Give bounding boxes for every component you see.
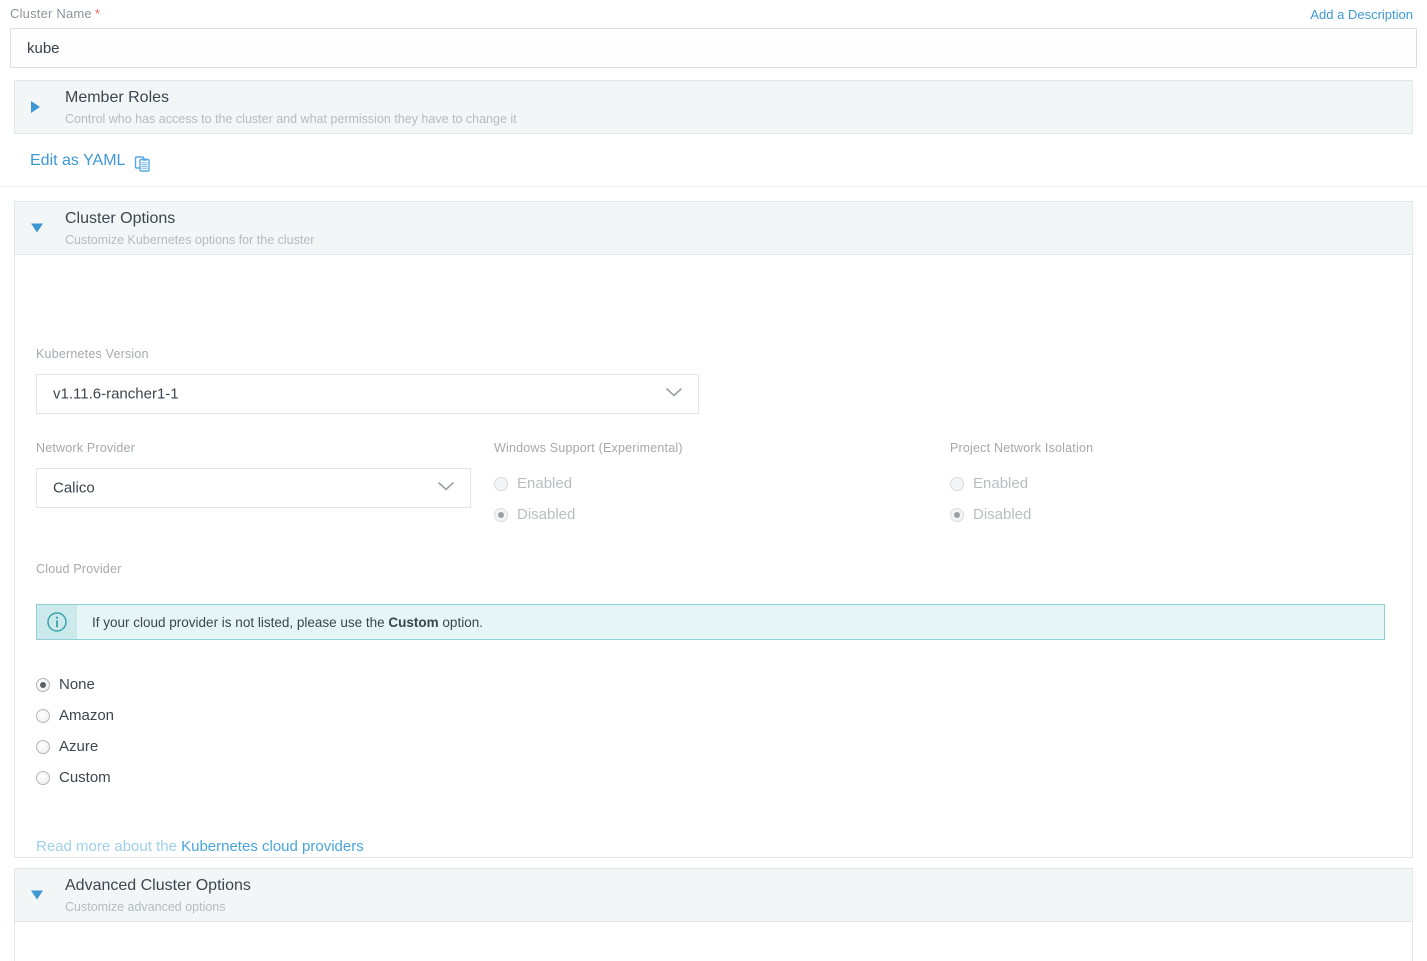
project-network-isolation-radio-group[interactable]: Enabled Disabled bbox=[950, 468, 1093, 530]
radio-icon[interactable] bbox=[36, 770, 50, 785]
edit-as-yaml-row: Edit as YAML bbox=[0, 144, 1427, 187]
read-more-row: Read more about the Kubernetes cloud pro… bbox=[36, 838, 1391, 855]
kubernetes-version-label: Kubernetes Version bbox=[36, 347, 149, 361]
info-text-before: If your cloud provider is not listed, pl… bbox=[92, 614, 389, 630]
windows-support-label: Windows Support (Experimental) bbox=[494, 441, 683, 455]
radio-label: Amazon bbox=[59, 707, 115, 724]
edit-as-yaml-link[interactable]: Edit as YAML bbox=[30, 152, 125, 170]
advanced-cluster-options-header[interactable]: Advanced Cluster Options Customize advan… bbox=[14, 868, 1413, 922]
radio-label: None bbox=[59, 676, 95, 693]
cloud-provider-radio-group[interactable]: None Amazon Azure Custom bbox=[36, 669, 1391, 793]
project-network-isolation-option-enabled[interactable]: Enabled bbox=[950, 468, 1093, 499]
network-provider-label: Network Provider bbox=[36, 441, 136, 455]
member-roles-header[interactable]: Member Roles Control who has access to t… bbox=[14, 80, 1413, 134]
caret-right-icon[interactable] bbox=[31, 101, 40, 113]
windows-support-field: Windows Support (Experimental) Enabled D… bbox=[494, 441, 683, 530]
chevron-down-icon bbox=[664, 385, 684, 403]
cluster-creation-form: Cluster Name* Add a Description Member R… bbox=[0, 0, 1427, 961]
radio-icon[interactable] bbox=[36, 708, 50, 723]
info-text-after: option. bbox=[438, 614, 483, 630]
kubernetes-version-value: v1.11.6-rancher1-1 bbox=[53, 385, 179, 403]
read-more-prefix: Read more about the bbox=[36, 838, 182, 855]
cloud-provider-label: Cloud Provider bbox=[36, 562, 122, 576]
cluster-name-input[interactable] bbox=[10, 28, 1417, 68]
cluster-options-section: Cluster Options Customize Kubernetes opt… bbox=[14, 201, 1413, 858]
chevron-down-icon bbox=[436, 479, 456, 497]
project-network-isolation-field: Project Network Isolation Enabled Disabl… bbox=[950, 441, 1093, 530]
radio-label: Custom bbox=[59, 769, 111, 786]
advanced-cluster-options-body bbox=[14, 922, 1413, 961]
cluster-options-subtitle: Customize Kubernetes options for the clu… bbox=[65, 233, 315, 247]
member-roles-title: Member Roles bbox=[65, 89, 170, 106]
cloud-provider-info-banner: If your cloud provider is not listed, pl… bbox=[36, 604, 1385, 640]
clipboard-copy-icon[interactable] bbox=[134, 155, 152, 178]
project-network-isolation-label: Project Network Isolation bbox=[950, 441, 1094, 455]
kubernetes-version-select[interactable]: v1.11.6-rancher1-1 bbox=[36, 374, 699, 414]
cluster-options-title: Cluster Options bbox=[65, 210, 176, 227]
caret-down-icon[interactable] bbox=[31, 223, 43, 233]
radio-icon[interactable] bbox=[494, 476, 508, 491]
advanced-cluster-options-title: Advanced Cluster Options bbox=[65, 877, 251, 894]
cluster-name-label-text: Cluster Name bbox=[10, 6, 92, 21]
kubernetes-version-field: Kubernetes Version v1.11.6-rancher1-1 bbox=[36, 347, 699, 414]
cluster-options-body: Kubernetes Version v1.11.6-rancher1-1 Ne… bbox=[14, 255, 1413, 858]
radio-label: Enabled bbox=[517, 475, 573, 492]
caret-down-icon[interactable] bbox=[31, 890, 43, 900]
member-roles-subtitle: Control who has access to the cluster an… bbox=[65, 112, 517, 126]
radio-label: Enabled bbox=[973, 475, 1029, 492]
cloud-provider-option-amazon[interactable]: Amazon bbox=[36, 700, 1391, 731]
cloud-provider-option-none[interactable]: None bbox=[36, 669, 1391, 700]
radio-icon[interactable] bbox=[950, 507, 964, 522]
windows-support-option-enabled[interactable]: Enabled bbox=[494, 468, 683, 499]
cluster-options-header[interactable]: Cluster Options Customize Kubernetes opt… bbox=[14, 201, 1413, 255]
windows-support-option-disabled[interactable]: Disabled bbox=[494, 499, 683, 530]
kubernetes-cloud-providers-link[interactable]: Kubernetes cloud providers bbox=[181, 838, 364, 855]
cloud-provider-option-custom[interactable]: Custom bbox=[36, 762, 1391, 793]
radio-label: Disabled bbox=[973, 506, 1032, 523]
radio-label: Disabled bbox=[517, 506, 576, 523]
add-description-link[interactable]: Add a Description bbox=[1310, 7, 1413, 22]
cloud-provider-option-azure[interactable]: Azure bbox=[36, 731, 1391, 762]
windows-support-radio-group[interactable]: Enabled Disabled bbox=[494, 468, 683, 530]
member-roles-section: Member Roles Control who has access to t… bbox=[14, 80, 1413, 134]
network-provider-field: Network Provider Calico bbox=[36, 441, 471, 508]
info-text-bold: Custom bbox=[388, 614, 439, 630]
info-circle-icon bbox=[37, 605, 77, 639]
advanced-cluster-options-section: Advanced Cluster Options Customize advan… bbox=[14, 868, 1413, 961]
radio-icon[interactable] bbox=[36, 677, 50, 692]
radio-icon[interactable] bbox=[36, 739, 50, 754]
cluster-name-label: Cluster Name * bbox=[10, 6, 100, 21]
required-indicator: * bbox=[94, 6, 101, 21]
cluster-name-row: Cluster Name * Add a Description bbox=[0, 0, 1427, 70]
radio-icon[interactable] bbox=[950, 476, 964, 491]
advanced-cluster-options-subtitle: Customize advanced options bbox=[65, 900, 226, 914]
cloud-provider-field: Cloud Provider If your cloud provider is… bbox=[36, 562, 1391, 855]
radio-icon[interactable] bbox=[494, 507, 508, 522]
radio-label: Azure bbox=[59, 738, 99, 755]
project-network-isolation-option-disabled[interactable]: Disabled bbox=[950, 499, 1093, 530]
network-provider-select[interactable]: Calico bbox=[36, 468, 471, 508]
network-provider-value: Calico bbox=[53, 479, 95, 497]
cloud-provider-info-text: If your cloud provider is not listed, pl… bbox=[92, 615, 483, 630]
